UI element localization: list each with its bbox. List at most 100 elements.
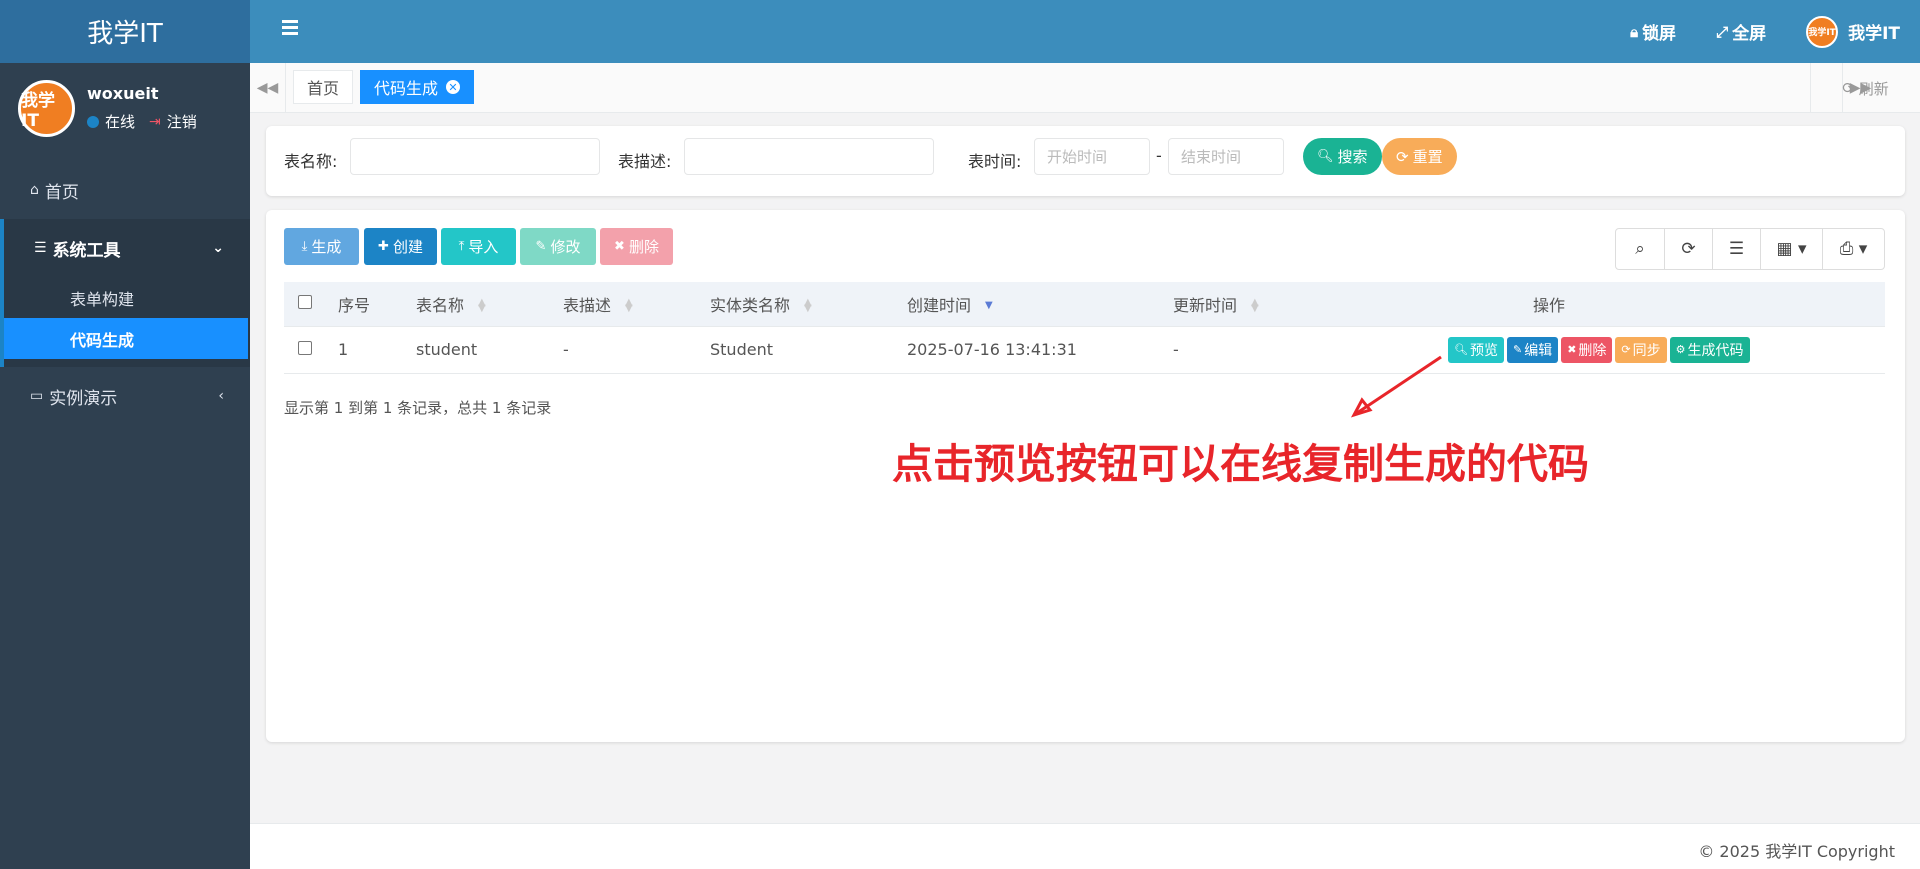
select-all-checkbox[interactable] <box>298 295 312 310</box>
table-toolbar: ⌕ ⟳ ☰ ▦ ▾ ⎙ ▾ <box>1615 228 1885 270</box>
col-updated-time[interactable]: 更新时间 ▲ ▼ <box>1173 282 1439 327</box>
sidebar-item-system-tools[interactable]: ☰ 系统工具 ⌄ <box>4 219 250 277</box>
sidebar-item-demo[interactable]: ▭ 实例演示 ‹ <box>0 367 250 425</box>
user-name: woxueit <box>87 84 159 103</box>
refresh-icon[interactable]: ⟳ <box>1664 229 1712 269</box>
top-header: 🔒︎ 锁屏 ⤢ 全屏 我学IT 我学IT <box>250 0 1920 63</box>
columns-icon[interactable]: ▦ ▾ <box>1760 229 1822 269</box>
row-checkbox[interactable] <box>298 341 312 355</box>
sync-label: 同步 <box>1632 342 1661 359</box>
edit-icon: ✎ <box>1512 343 1523 356</box>
search-panel: 表名称: 表描述: 表时间: 开始时间 - 结束时间 🔍︎ 搜索 ⟳ 重置 <box>266 126 1905 196</box>
logout-icon[interactable]: ⇥ <box>149 114 161 130</box>
download-icon: ⤓ <box>301 239 308 254</box>
avatar[interactable]: 我学IT <box>18 79 75 137</box>
generate-code-label: 生成代码 <box>1687 342 1744 359</box>
edit-button[interactable]: ✎ 修改 <box>520 228 596 265</box>
col-table-name[interactable]: 表名称 ▲ ▼ <box>416 282 563 327</box>
refresh-button[interactable]: ⟳ 刷新 <box>1810 63 1920 113</box>
sidebar-item-label: 实例演示 <box>49 388 118 409</box>
expand-icon: ⤢ <box>1716 22 1729 41</box>
table-desc-label: 表描述: <box>618 152 672 171</box>
monitor-icon: ▭ <box>30 388 44 404</box>
user-panel: 我学IT woxueit 在线 ⇥ 注销 <box>0 63 250 153</box>
search-icon: 🔍︎ <box>1454 343 1468 356</box>
cell-table-desc: - <box>563 326 710 374</box>
col-index[interactable]: 序号 <box>338 282 416 327</box>
sidebar-item-label: 系统工具 <box>52 240 121 261</box>
code-icon: ⚙ <box>1675 343 1686 356</box>
refresh-label: 刷新 <box>1858 79 1889 98</box>
search-button[interactable]: 🔍︎ 搜索 <box>1303 138 1382 175</box>
sort-icon: ▲ ▼ <box>625 297 633 315</box>
reset-button-label: 重置 <box>1412 148 1443 166</box>
col-label: 更新时间 <box>1173 295 1238 315</box>
cell-created-time: 2025-07-16 13:41:31 <box>907 326 1173 374</box>
user-menu-label: 我学IT <box>1848 24 1900 44</box>
cell-table-name: student <box>416 326 563 374</box>
delete-button[interactable]: ✖ 删除 <box>600 228 673 265</box>
refresh-icon: ⟳ <box>1621 343 1631 356</box>
export-icon[interactable]: ⎙ ▾ <box>1822 229 1884 269</box>
tabs-scroll-left-icon[interactable]: ◀◀ <box>250 63 286 113</box>
generate-button[interactable]: ⤓ 生成 <box>284 228 359 265</box>
col-table-desc[interactable]: 表描述 ▲ ▼ <box>563 282 710 327</box>
table-name-input[interactable] <box>350 138 600 175</box>
sidebar: 我学IT 我学IT woxueit 在线 ⇥ 注销 ⌂ 首页 ☰ 系统工具 ⌄ … <box>0 0 250 869</box>
sync-button[interactable]: ⟳ 同步 <box>1615 336 1667 363</box>
reset-button[interactable]: ⟳ 重置 <box>1382 138 1457 175</box>
pagination-info: 显示第 1 到第 1 条记录，总共 1 条记录 <box>284 399 552 417</box>
cell-entity-name: Student <box>710 326 907 374</box>
col-created-time[interactable]: 创建时间 ▼ <box>907 282 1173 327</box>
cell-updated-time: - <box>1173 326 1439 374</box>
sidebar-item-home[interactable]: ⌂ 首页 <box>0 161 250 219</box>
fullscreen-button[interactable]: ⤢ 全屏 <box>1716 19 1767 45</box>
sidebar-subitem-form-builder[interactable]: 表单构建 <box>4 277 250 318</box>
tabs-bar: ◀◀ 首页 代码生成 ✕ ▶▶ ⟳ 刷新 <box>250 63 1920 113</box>
table-desc-input[interactable] <box>684 138 934 175</box>
col-label: 创建时间 <box>907 295 972 315</box>
import-button[interactable]: ⤒ 导入 <box>441 228 516 265</box>
list-icon: ☰ <box>34 240 47 256</box>
lock-screen-button[interactable]: 🔒︎ 锁屏 <box>1630 19 1676 45</box>
close-icon[interactable]: ✕ <box>446 80 461 94</box>
preview-button[interactable]: 🔍︎ 预览 <box>1448 336 1504 363</box>
tab-home[interactable]: 首页 <box>293 70 354 104</box>
generate-code-button[interactable]: ⚙ 生成代码 <box>1669 336 1750 363</box>
col-entity-name[interactable]: 实体类名称 ▲ ▼ <box>710 282 907 327</box>
tab-label: 代码生成 <box>374 79 439 98</box>
x-icon: ✖ <box>614 239 625 254</box>
col-actions: 操作 <box>1439 282 1885 327</box>
table-name-label: 表名称: <box>284 152 338 171</box>
copyright-text: © 2025 我学IT Copyright <box>1698 842 1895 861</box>
sidebar-group-system-tools: ☰ 系统工具 ⌄ 表单构建 代码生成 <box>0 219 250 367</box>
edit-row-button[interactable]: ✎ 编辑 <box>1506 336 1559 363</box>
user-menu[interactable]: 我学IT 我学IT <box>1806 15 1900 48</box>
menu-toggle-icon[interactable] <box>282 20 298 38</box>
sort-icon: ▲ ▼ <box>478 297 486 315</box>
list-view-icon[interactable]: ☰ <box>1712 229 1760 269</box>
upload-icon: ⤒ <box>458 239 465 254</box>
sort-desc-icon: ▼ <box>985 300 993 312</box>
sort-icon: ▲ ▼ <box>804 297 812 315</box>
row-actions: 🔍︎ 预览 ✎ 编辑 ✖ 删除 ⟳ 同步 ⚙ 生成代码 <box>1448 336 1885 363</box>
brand-logo[interactable]: 我学IT <box>0 0 250 63</box>
fullscreen-label: 全屏 <box>1732 24 1767 44</box>
main-panel: ⤓ 生成 ✚ 创建 ⤒ 导入 ✎ 修改 ✖ 删除 ⌕ ⟳ ☰ ▦ ▾ ⎙ ▾ 序… <box>266 210 1905 742</box>
generate-label: 生成 <box>311 238 342 256</box>
time-label: 表时间: <box>968 152 1022 171</box>
search-button-label: 搜索 <box>1337 148 1368 166</box>
create-button[interactable]: ✚ 创建 <box>364 228 437 265</box>
code-gen-table: 序号 表名称 ▲ ▼ 表描述 ▲ ▼ 实体类名称 ▲ ▼ 创建时间 ▼ 更新时间 ▲ ▼ 操作 1… <box>284 282 1885 374</box>
end-time-input[interactable]: 结束时间 <box>1168 138 1284 175</box>
tab-code-gen[interactable]: 代码生成 ✕ <box>360 70 475 104</box>
refresh-icon: ⟳ <box>1396 147 1409 166</box>
table-header-row: 序号 表名称 ▲ ▼ 表描述 ▲ ▼ 实体类名称 ▲ ▼ 创建时间 ▼ 更新时间 ▲ ▼ 操作 <box>284 282 1885 327</box>
avatar: 我学IT <box>1806 15 1839 48</box>
search-icon[interactable]: ⌕ <box>1616 229 1664 269</box>
import-label: 导入 <box>468 238 499 256</box>
start-time-input[interactable]: 开始时间 <box>1034 138 1150 175</box>
sidebar-subitem-code-gen[interactable]: 代码生成 <box>4 318 248 359</box>
logout-link[interactable]: 注销 <box>167 111 197 132</box>
delete-row-button[interactable]: ✖ 删除 <box>1561 336 1613 363</box>
